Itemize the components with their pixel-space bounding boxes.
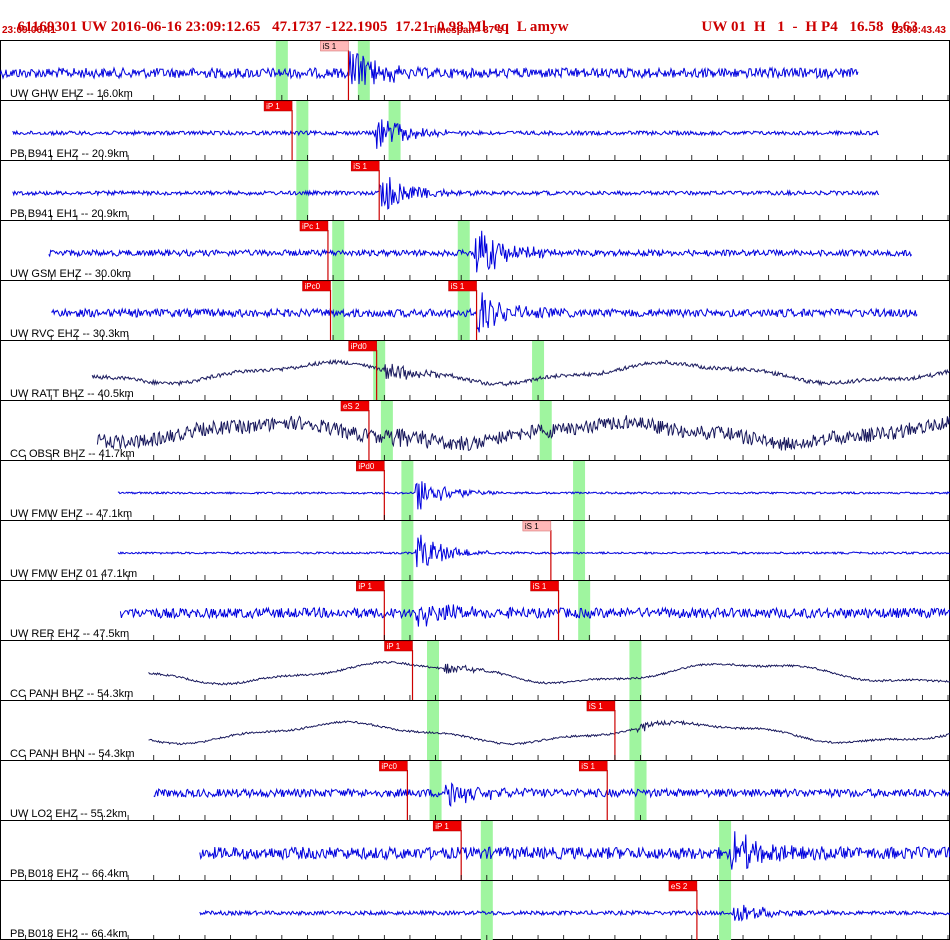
pick-label: iS 1 [451, 282, 465, 291]
trace-row: iS 1 UW GHW EHZ -- 16.0km [0, 40, 950, 101]
pick-window [427, 701, 440, 760]
pick-window [573, 521, 586, 580]
pick-label: iPd0 [351, 342, 368, 351]
seismogram-panel[interactable]: iS 1 UW GHW EHZ -- 16.0km iP 1 PB B941 EHZ … [0, 0, 950, 940]
pick-label: iPd0 [358, 462, 375, 471]
pick-window [401, 521, 414, 580]
pick-window [427, 641, 440, 700]
pick-window [719, 881, 732, 940]
pick-label: iS 1 [353, 162, 367, 171]
station-label: UW RVC EHZ -- 30.3km [10, 328, 129, 340]
trace-row: iPc 1 UW GSM EHZ -- 30.0km [0, 220, 950, 281]
pick-window [296, 161, 309, 220]
trace-row: iP 1 CC PANH BHZ -- 54.3km [0, 640, 950, 701]
trace-row: iPd0 UW FMW EHZ -- 47.1km [0, 460, 950, 521]
pick-label: iP 1 [266, 102, 280, 111]
plot-frame [0, 40, 950, 940]
station-label: PB B018 EHZ -- 66.4km [10, 868, 128, 880]
trace-row: iS 1 UW FMW EHZ 01 47.1km [0, 520, 950, 581]
station-label: CC PANH BHZ -- 54.3km [10, 688, 133, 700]
station-label: UW LO2 EHZ -- 55.2km [10, 808, 127, 820]
trace-row: eS 2 CC OBSR BHZ -- 41.7km [0, 400, 950, 461]
waveform [117, 534, 950, 568]
trace-row: iP 1 PB B018 EHZ -- 66.4km [0, 820, 950, 881]
pick-label: iS 1 [589, 702, 603, 711]
pick-label: iP 1 [358, 582, 372, 591]
station-label: UW FMW EHZ 01 47.1km [10, 568, 137, 580]
trace-row: iS 1 CC PANH BHN -- 54.3km [0, 700, 950, 761]
pick-label: iP 1 [435, 822, 449, 831]
trace-row: iS 1 PB B941 EH1 -- 20.9km [0, 160, 950, 221]
trace-row: iPd0 UW RATT BHZ -- 40.5km [0, 340, 950, 401]
pick-window [401, 581, 414, 640]
station-label: UW RER EHZ -- 47.5km [10, 628, 129, 640]
station-label: PB B018 EH2 -- 66.4km [10, 928, 127, 940]
trace-row: iPc0 iS 1 UW LO2 EHZ -- 55.2km [0, 760, 950, 821]
pick-window [532, 341, 545, 400]
pick-label: iS 1 [533, 582, 547, 591]
station-label: UW FMW EHZ -- 47.1km [10, 508, 132, 520]
station-label: UW GSM EHZ -- 30.0km [10, 268, 131, 280]
waveform [12, 119, 879, 149]
pick-window [573, 461, 586, 520]
waveform [117, 481, 950, 510]
waveform [148, 660, 950, 686]
trace-row: iPc0 iS 1 UW RVC EHZ -- 30.3km [0, 280, 950, 341]
waveform [48, 230, 913, 273]
waveform [148, 719, 950, 746]
pick-window [332, 281, 345, 340]
trace-row: eS 2 PB B018 EH2 -- 66.4km [0, 880, 950, 940]
pick-label: iP 1 [387, 642, 401, 651]
waveform [199, 904, 950, 922]
pick-window [275, 41, 288, 100]
waveform [153, 782, 950, 808]
station-label: UW GHW EHZ -- 16.0km [10, 88, 133, 100]
waveform [91, 358, 950, 387]
pick-window [429, 761, 442, 820]
pick-label: eS 2 [671, 882, 688, 891]
waveform [0, 51, 859, 85]
waveform [96, 415, 950, 451]
pick-label: eS 2 [343, 402, 360, 411]
trace-row: iP 1 iS 1 UW RER EHZ -- 47.5km [0, 580, 950, 641]
pick-window [401, 461, 414, 520]
station-label: PB B941 EH1 -- 20.9km [10, 208, 127, 220]
pick-window [296, 101, 309, 160]
pick-window [480, 821, 493, 880]
pick-window [480, 881, 493, 940]
pick-label: iPc0 [381, 762, 397, 771]
waveform [199, 831, 950, 870]
station-label: CC PANH BHN -- 54.3km [10, 748, 134, 760]
waveform [12, 177, 880, 210]
waveform [119, 604, 950, 627]
pick-window [629, 641, 642, 700]
station-label: UW RATT BHZ -- 40.5km [10, 388, 134, 400]
pick-label: iPc 1 [302, 222, 320, 231]
pick-window [634, 761, 647, 820]
pick-label: iS 1 [581, 762, 595, 771]
pick-label: iS 1 [322, 42, 336, 51]
station-label: PB B941 EHZ -- 20.9km [10, 148, 128, 160]
pick-label: iS 1 [525, 522, 539, 531]
waveform [51, 292, 918, 333]
pick-label: iPc0 [305, 282, 321, 291]
station-label: CC OBSR BHZ -- 41.7km [10, 448, 135, 460]
trace-row: iP 1 PB B941 EHZ -- 20.9km [0, 100, 950, 161]
